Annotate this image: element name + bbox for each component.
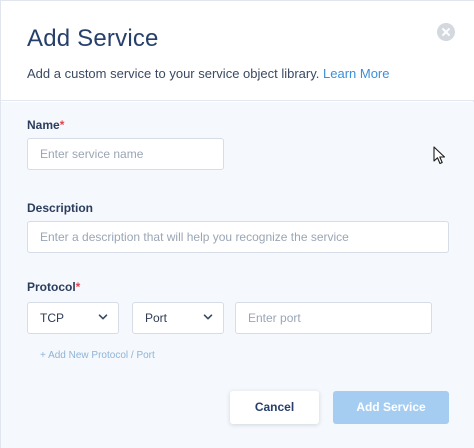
port-type-select[interactable]: Port	[132, 302, 224, 334]
protocol-label-text: Protocol	[27, 280, 76, 294]
add-service-button[interactable]: Add Service	[333, 391, 449, 424]
add-service-modal: Add Service Add a custom service to your…	[0, 0, 474, 448]
chevron-down-icon	[98, 314, 108, 320]
protocol-select[interactable]: TCP	[27, 302, 119, 334]
protocol-required-mark: *	[75, 280, 81, 294]
protocol-select-value: TCP	[40, 311, 64, 325]
name-label: Name*	[27, 118, 64, 132]
modal-title: Add Service	[27, 25, 159, 52]
add-protocol-port-link[interactable]: + Add New Protocol / Port	[40, 350, 155, 361]
name-label-text: Name	[27, 118, 60, 132]
modal-subtitle-text: Add a custom service to your service obj…	[27, 66, 320, 81]
port-input[interactable]	[235, 302, 432, 334]
name-required-mark: *	[59, 118, 65, 132]
chevron-down-icon	[203, 314, 213, 320]
modal-subtitle: Add a custom service to your service obj…	[27, 66, 389, 81]
description-input[interactable]	[27, 221, 449, 253]
cancel-button[interactable]: Cancel	[230, 391, 319, 424]
mouse-cursor-icon	[433, 146, 446, 165]
description-label: Description	[27, 201, 94, 215]
service-name-input[interactable]	[27, 138, 224, 170]
learn-more-link[interactable]: Learn More	[323, 66, 389, 81]
close-icon[interactable]	[437, 23, 455, 41]
protocol-label: Protocol*	[27, 280, 80, 294]
port-type-select-value: Port	[145, 311, 168, 325]
modal-header: Add Service Add a custom service to your…	[1, 1, 474, 101]
